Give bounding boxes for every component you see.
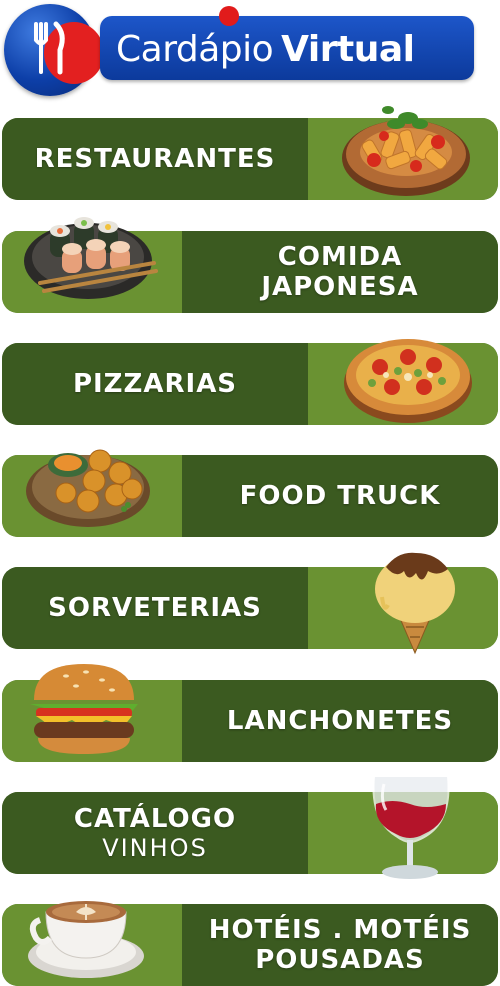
coffee-cup-icon [28, 901, 144, 978]
category-pizzarias-button[interactable]: PIZZARIAS [2, 339, 498, 425]
category-label-line1: HOTÉIS . MOTÉIS [208, 915, 472, 945]
logo-text-part2: Virtual [281, 29, 415, 70]
category-label-line1: PIZZARIAS [72, 369, 238, 399]
category-label: PIZZARIAS [2, 343, 308, 425]
category-label-line1: CATÁLOGO [73, 804, 237, 834]
category-label: CATÁLOGO VINHOS [2, 792, 308, 874]
category-lanchonetes-button[interactable]: LANCHONETES [2, 664, 498, 762]
logo-text: Cardápio Virtual [116, 24, 415, 76]
category-food-truck-button[interactable]: FOOD TRUCK [2, 449, 498, 537]
croquettes-plate-icon [26, 449, 150, 527]
category-hoteis-moteis-pousadas-button[interactable]: HOTÉIS . MOTÉIS POUSADAS [2, 901, 498, 986]
wine-glass-icon [372, 775, 450, 879]
pizza-icon [344, 339, 472, 423]
category-label: COMIDA JAPONESA [182, 231, 498, 313]
category-comida-japonesa-button[interactable]: COMIDA JAPONESA [2, 217, 498, 313]
category-label-line2: POUSADAS [255, 945, 425, 975]
category-sorveterias-button[interactable]: SORVETERIAS [2, 552, 498, 655]
category-label-sub: VINHOS [102, 834, 208, 862]
category-label: RESTAURANTES [2, 118, 308, 200]
category-label: SORVETERIAS [2, 567, 308, 649]
cardapio-virtual-logo: Cardápio Virtual [0, 0, 500, 100]
pasta-plate-icon [342, 106, 470, 196]
category-label-line1: LANCHONETES [226, 706, 454, 736]
category-label-line2: JAPONESA [261, 272, 419, 302]
logo-accent-dot [219, 6, 239, 26]
category-label: LANCHONETES [182, 680, 498, 762]
category-label: FOOD TRUCK [182, 455, 498, 537]
category-catalogo-vinhos-button[interactable]: CATÁLOGO VINHOS [2, 775, 498, 879]
logo-text-part1: Cardápio [116, 29, 274, 70]
sushi-plate-icon [24, 217, 158, 299]
category-restaurantes-button[interactable]: RESTAURANTES [2, 106, 498, 200]
fork-knife-icon [34, 21, 65, 75]
category-label-line1: SORVETERIAS [48, 593, 262, 623]
category-label-line1: COMIDA [277, 242, 403, 272]
ice-cream-icon [375, 552, 455, 655]
burger-icon [30, 664, 138, 754]
category-label-line1: FOOD TRUCK [239, 481, 441, 511]
category-label-line1: RESTAURANTES [34, 144, 276, 174]
category-label: HOTÉIS . MOTÉIS POUSADAS [182, 904, 498, 986]
